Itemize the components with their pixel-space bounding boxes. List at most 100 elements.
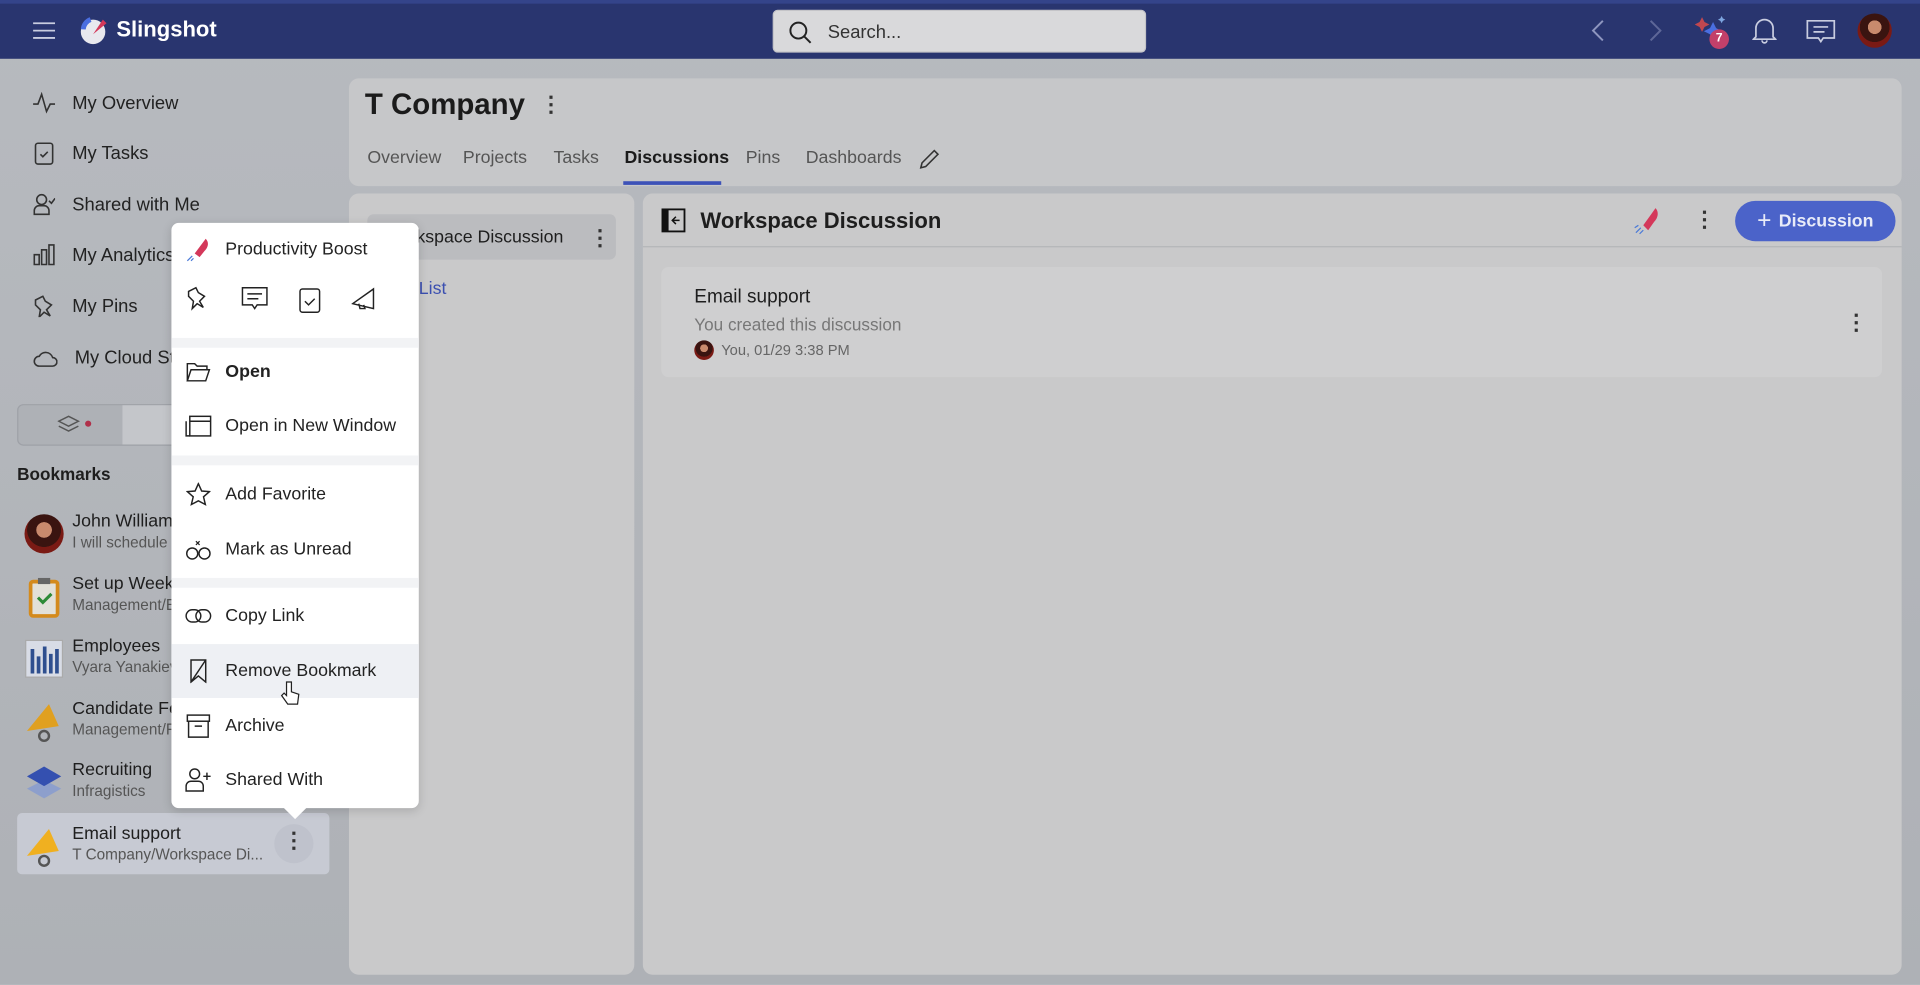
kebab-icon: ⋮ xyxy=(282,827,305,853)
menu-item-label: Archive xyxy=(225,716,285,736)
sidebar-item-label: My Analytics xyxy=(72,244,175,266)
dashboard-chart-icon xyxy=(24,639,64,678)
bookmark-subtitle: Vyara Yanakiev xyxy=(72,658,178,676)
discussion-card[interactable]: Email support You created this discussio… xyxy=(661,266,1883,378)
menu-item-label: Open in New Window xyxy=(225,416,397,436)
task-clipboard-icon xyxy=(24,577,63,618)
context-menu: Productivity Boost Open Open in New Wind… xyxy=(171,222,419,809)
layers-icon xyxy=(57,414,95,436)
hamburger-menu-icon[interactable] xyxy=(33,21,56,41)
menu-pointer xyxy=(282,806,308,820)
tab-dashboards[interactable]: Dashboards xyxy=(806,148,902,168)
collapse-panel-icon[interactable] xyxy=(661,208,686,233)
menu-item-copy-link[interactable]: Copy Link xyxy=(171,589,418,643)
card-meta: You, 01/29 3:38 PM xyxy=(721,341,850,359)
workspace-header xyxy=(348,78,1902,187)
new-discussion-button[interactable]: + Discussion xyxy=(1735,200,1896,242)
sidebar-item-label: Shared with Me xyxy=(72,194,200,215)
bookmark-subtitle: T Company/Workspace Di... xyxy=(72,846,264,864)
tab-discussions[interactable]: Discussions xyxy=(624,148,729,168)
sidebar-item-label: My Tasks xyxy=(72,142,149,164)
user-avatar[interactable] xyxy=(1857,13,1892,48)
search-input[interactable]: Search... xyxy=(772,9,1147,53)
menu-item-label: Mark as Unread xyxy=(225,540,352,560)
bookmark-subtitle: Management/E xyxy=(72,596,177,614)
plus-icon: + xyxy=(1757,206,1772,234)
bar-chart-icon xyxy=(33,244,55,266)
megaphone-icon xyxy=(24,827,63,867)
menu-item-open[interactable]: Open xyxy=(171,345,418,399)
bookmark-subtitle: Infragistics xyxy=(72,782,146,800)
cloud-icon xyxy=(33,348,58,368)
list-link[interactable]: List xyxy=(419,279,447,299)
tab-projects[interactable]: Projects xyxy=(463,148,527,168)
user-add-icon xyxy=(171,768,225,792)
bell-icon[interactable] xyxy=(1752,17,1777,44)
forward-icon[interactable] xyxy=(1648,20,1663,42)
menu-item-add-favorite[interactable]: Add Favorite xyxy=(171,468,418,522)
workspace-more-button[interactable]: ⋮ xyxy=(540,93,562,115)
app-name: Slingshot xyxy=(116,17,217,42)
discussion-more-button[interactable]: ⋮ xyxy=(1693,208,1715,230)
card-more-button[interactable]: ⋮ xyxy=(1845,311,1867,333)
card-title: Email support xyxy=(694,286,811,308)
menu-item-open-new-window[interactable]: Open in New Window xyxy=(171,399,418,453)
slingshot-logo-icon xyxy=(78,15,110,47)
kebab-icon[interactable]: ⋮ xyxy=(589,227,611,249)
menu-item-label: Add Favorite xyxy=(225,484,326,505)
chat-icon[interactable] xyxy=(1806,19,1836,44)
bookmark-remove-icon xyxy=(171,659,225,684)
menu-item-archive[interactable]: Archive xyxy=(171,699,418,753)
menu-item-label: Copy Link xyxy=(225,606,305,626)
pin-icon[interactable] xyxy=(186,286,210,320)
discussion-icon[interactable] xyxy=(241,287,268,320)
avatar xyxy=(24,514,64,554)
notification-badge: 7 xyxy=(1709,29,1729,49)
sidebar-item-my-pins[interactable]: My Pins xyxy=(33,291,138,320)
archive-icon xyxy=(171,714,225,738)
task-icon[interactable] xyxy=(299,287,321,320)
avatar xyxy=(694,340,714,361)
announcement-icon[interactable] xyxy=(350,287,380,320)
glasses-icon xyxy=(171,539,225,561)
new-discussion-label: Discussion xyxy=(1778,211,1874,231)
menu-item-label: Productivity Boost xyxy=(225,240,368,260)
sidebar-item-shared-with-me[interactable]: Shared with Me xyxy=(33,190,200,219)
link-icon xyxy=(171,609,225,624)
bookmark-more-button[interactable]: ⋮ xyxy=(274,824,314,864)
tab-tasks[interactable]: Tasks xyxy=(553,148,598,168)
bookmark-title: Employees xyxy=(72,636,161,657)
menu-item-label: Open xyxy=(225,362,271,383)
menu-item-label: Shared With xyxy=(225,770,324,790)
tab-overview[interactable]: Overview xyxy=(367,148,441,168)
sidebar-item-label: My Pins xyxy=(72,295,138,317)
divider xyxy=(642,246,1902,248)
sidebar-item-my-tasks[interactable]: My Tasks xyxy=(33,138,148,167)
pin-icon xyxy=(33,295,55,318)
stack-icon xyxy=(24,763,63,802)
search-placeholder: Search... xyxy=(827,22,902,43)
star-icon xyxy=(171,482,225,506)
menu-item-shared-with[interactable]: Shared With xyxy=(171,753,418,807)
back-icon[interactable] xyxy=(1591,20,1606,42)
sidebar-item-label: My Overview xyxy=(72,92,179,114)
menu-item-productivity-boost[interactable]: Productivity Boost xyxy=(171,223,418,277)
hand-cursor-icon xyxy=(280,681,300,705)
bookmark-title: Set up Weekl xyxy=(72,574,178,594)
sidebar-item-my-analytics[interactable]: My Analytics xyxy=(33,240,174,269)
discussion-title: Workspace Discussion xyxy=(700,208,942,233)
discussion-list-item-label: kspace Discussion xyxy=(416,227,564,248)
edit-pencil-icon[interactable] xyxy=(918,148,940,170)
new-window-icon xyxy=(171,415,225,437)
rocket-icon xyxy=(171,238,225,262)
card-subtitle: You created this discussion xyxy=(694,314,902,335)
divider xyxy=(171,455,419,466)
tab-pins[interactable]: Pins xyxy=(746,148,781,168)
rocket-icon[interactable] xyxy=(1633,206,1660,235)
folder-open-icon xyxy=(171,361,225,383)
user-check-icon xyxy=(33,193,56,216)
sidebar-item-my-overview[interactable]: My Overview xyxy=(33,88,178,117)
sidebar-item-my-cloud-storage[interactable]: My Cloud Sto xyxy=(33,343,185,372)
bookmarks-heading: Bookmarks xyxy=(17,464,111,484)
menu-item-mark-unread[interactable]: Mark as Unread xyxy=(171,523,418,577)
